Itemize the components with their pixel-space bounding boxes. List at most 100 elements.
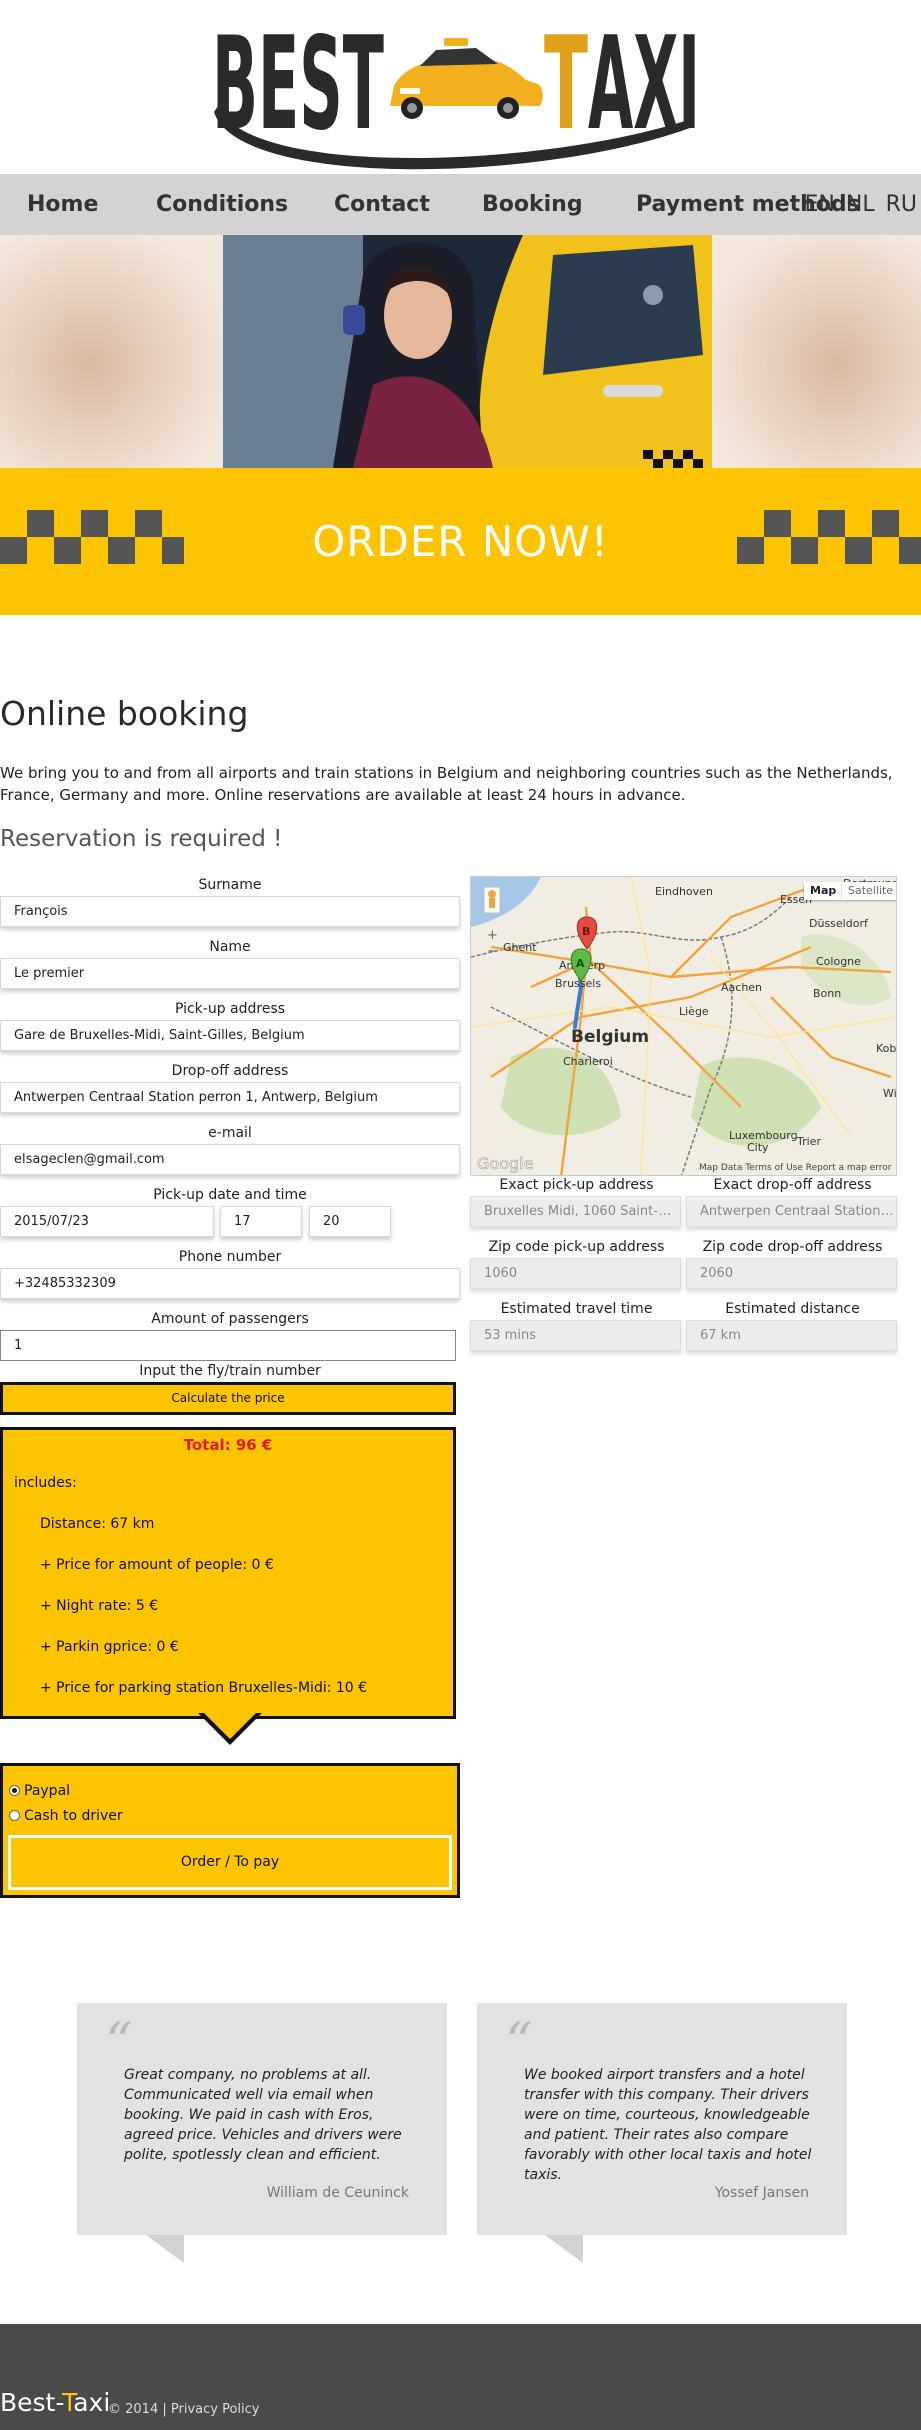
language-switcher: EN NL RU	[801, 174, 917, 235]
zip-pickup-field[interactable]: 1060	[470, 1258, 681, 1289]
payment-option-label: Paypal	[24, 1783, 71, 1799]
hero	[0, 235, 921, 468]
footer-logo-left: Best-	[0, 2388, 63, 2417]
price-line-distance: Distance: 67 km	[40, 1516, 155, 1532]
date-field[interactable]: 2015/07/23	[0, 1206, 214, 1237]
distance-field[interactable]: 67 km	[686, 1320, 897, 1351]
datetime-label: Pick-up date and time	[153, 1187, 307, 1203]
surname-label: Surname	[198, 877, 262, 893]
nav-item-home[interactable]: Home	[27, 174, 98, 235]
phone-label: Phone number	[178, 1249, 282, 1265]
svg-text:A: A	[576, 957, 585, 970]
exact-dropoff-field[interactable]: Antwerpen Centraal Station perron 1	[686, 1196, 897, 1227]
svg-text:+: +	[487, 928, 498, 943]
order-pay-button[interactable]: Order / To pay	[8, 1835, 452, 1890]
svg-text:Koblenz: Koblenz	[876, 1042, 897, 1055]
footer-logo[interactable]: Best-Taxi	[0, 2388, 110, 2417]
order-now-banner[interactable]: ORDER NOW!	[0, 468, 921, 615]
price-line-night: + Night rate: 5 €	[40, 1598, 159, 1614]
page-title: Online booking	[0, 694, 249, 733]
privacy-policy-link[interactable]: Privacy Policy	[171, 2402, 260, 2417]
footer-copyright: © 2014 | Privacy Policy	[108, 2402, 259, 2417]
flight-number-label: Input the fly/train number	[139, 1363, 321, 1379]
zip-dropoff-field[interactable]: 2060	[686, 1258, 897, 1289]
price-line-parking: + Parkin gprice: 0 €	[40, 1639, 179, 1655]
map-attribution: Map Data Terms of Use Report a map error	[699, 1163, 892, 1173]
footer-logo-t: T	[62, 2388, 74, 2417]
hero-photo	[223, 235, 712, 468]
testimonial-card: “ Great company, no problems at all. Com…	[77, 2003, 447, 2235]
surname-field[interactable]: François	[0, 896, 460, 927]
svg-text:B: B	[582, 925, 590, 938]
svg-text:Belgium: Belgium	[571, 1027, 649, 1047]
nav-item-conditions[interactable]: Conditions	[156, 174, 288, 235]
payment-option-label: Cash to driver	[24, 1808, 123, 1824]
travel-time-field[interactable]: 53 mins	[470, 1320, 681, 1351]
svg-text:−: −	[487, 944, 498, 959]
email-label: e-mail	[208, 1125, 252, 1141]
svg-text:Wies: Wies	[883, 1087, 897, 1100]
nav-item-contact[interactable]: Contact	[334, 174, 430, 235]
dropoff-address-field[interactable]: Antwerpen Centraal Station perron 1, Ant…	[0, 1082, 460, 1113]
testimonial-author: Yossef Jansen	[714, 2185, 809, 2201]
lang-en[interactable]: EN	[805, 192, 835, 217]
svg-text:Charleroi: Charleroi	[563, 1055, 613, 1068]
map-type-map-button[interactable]: Map	[804, 882, 843, 900]
price-line-people: + Price for amount of people: 0 €	[40, 1557, 274, 1573]
price-line-station: + Price for parking station Bruxelles-Mi…	[40, 1680, 368, 1696]
exact-pickup-field[interactable]: Bruxelles Midi, 1060 Saint-Gilles, Belgi…	[470, 1196, 681, 1227]
svg-text:City: City	[747, 1141, 769, 1154]
passengers-field[interactable]: 1	[0, 1330, 456, 1361]
testimonial-text: We booked airport transfers and a hotel …	[524, 2067, 812, 2183]
svg-text:Cologne: Cologne	[816, 955, 861, 968]
hero-blur-right	[712, 235, 921, 468]
testimonial-tail	[545, 2235, 583, 2263]
nav-item-booking[interactable]: Booking	[482, 174, 583, 235]
lang-nl[interactable]: NL	[846, 192, 875, 217]
radio-paypal[interactable]	[9, 1785, 20, 1796]
booking-intro: We bring you to and from all airports an…	[0, 764, 893, 804]
radio-cash[interactable]	[9, 1810, 20, 1821]
svg-text:Bonn: Bonn	[813, 987, 841, 1000]
payment-option-cash[interactable]: Cash to driver	[9, 1808, 123, 1828]
calculate-price-button[interactable]: Calculate the price	[0, 1382, 456, 1415]
payment-option-paypal[interactable]: Paypal	[9, 1783, 70, 1803]
zip-dropoff-label: Zip code drop-off address	[702, 1239, 883, 1255]
pickup-label: Pick-up address	[174, 1001, 286, 1017]
hero-blur-left	[0, 235, 223, 468]
svg-text:Düsseldorf: Düsseldorf	[809, 917, 869, 930]
svg-text:Eindhoven: Eindhoven	[655, 885, 713, 898]
payment-options: Paypal Cash to driver Order / To pay	[0, 1763, 460, 1898]
testimonial-card: “ We booked airport transfers and a hote…	[477, 2003, 847, 2235]
svg-text:Trier: Trier	[796, 1135, 821, 1148]
lang-ru[interactable]: RU	[886, 192, 917, 217]
name-field[interactable]: Le premier	[0, 958, 460, 989]
hour-field[interactable]: 17	[220, 1206, 302, 1237]
distance-label: Estimated distance	[725, 1301, 860, 1317]
dropoff-label: Drop-off address	[171, 1063, 289, 1079]
route-map[interactable]: Eindhoven Essen Dortmund Düsseldorf Ghen…	[470, 876, 897, 1176]
passengers-label: Amount of passengers	[151, 1311, 309, 1327]
svg-text:Ghent: Ghent	[503, 941, 537, 954]
svg-text:Brussels: Brussels	[555, 977, 601, 990]
minute-field[interactable]: 20	[309, 1206, 391, 1237]
phone-field[interactable]: +32485332309	[0, 1268, 460, 1299]
price-total: Total: 96 €	[183, 1436, 273, 1454]
testimonial-author: William de Ceuninck	[266, 2185, 409, 2201]
name-label: Name	[209, 939, 251, 955]
price-includes: includes:	[14, 1475, 77, 1491]
footer: Best-Taxi © 2014 | Privacy Policy	[0, 2324, 921, 2430]
taxi-car-icon	[390, 38, 543, 119]
email-field[interactable]: elsageclen@gmail.com	[0, 1144, 460, 1175]
testimonial-text: Great company, no problems at all. Commu…	[124, 2067, 402, 2163]
travel-time-label: Estimated travel time	[500, 1301, 653, 1317]
exact-dropoff-label: Exact drop-off address	[713, 1177, 872, 1193]
header: BEST T AXI	[0, 0, 921, 174]
footer-logo-right: axi	[73, 2388, 111, 2417]
pickup-address-field[interactable]: Gare de Bruxelles-Midi, Saint-Gilles, Be…	[0, 1020, 460, 1051]
testimonial-tail	[146, 2235, 184, 2263]
best-taxi-logo[interactable]: BEST T AXI	[208, 8, 708, 173]
svg-text:Aachen: Aachen	[721, 981, 762, 994]
price-summary: Total: 96 € includes: Distance: 67 km + …	[0, 1427, 456, 1719]
map-type-satellite-button[interactable]: Satellite	[842, 882, 896, 900]
